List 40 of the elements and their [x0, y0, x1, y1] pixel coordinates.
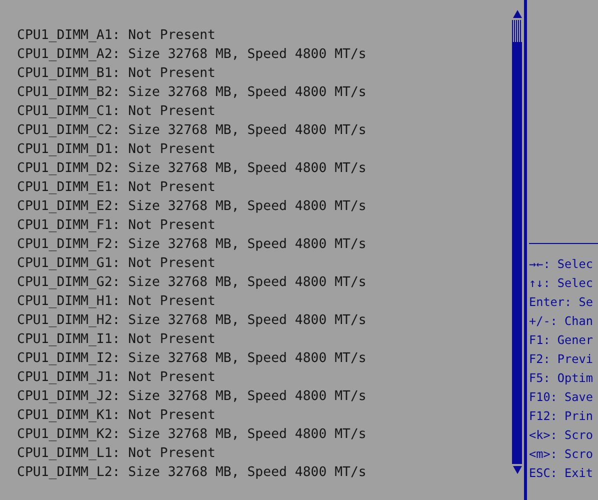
- memory-info-line: CPU1_DIMM_H1: Not Present: [17, 293, 216, 311]
- help-key-text: <m>: Scro: [529, 446, 594, 463]
- help-key-text: +/-: Chan: [529, 313, 594, 330]
- scrollbar-track[interactable]: [512, 20, 522, 464]
- memory-info-line: CPU1_DIMM_E1: Not Present: [17, 179, 216, 197]
- scrollbar-thumb[interactable]: [512, 20, 522, 42]
- help-key-text: Enter: Se: [529, 294, 594, 311]
- memory-info-line: CPU1_DIMM_K2: Size 32768 MB, Speed 4800 MT/s: [17, 426, 368, 444]
- memory-info-line: CPU1_DIMM_L2: Size 32768 MB, Speed 4800 MT/s: [17, 464, 368, 482]
- help-key-text: <k>: Scro: [529, 427, 594, 444]
- memory-info-line: CPU1_DIMM_B1: Not Present: [17, 65, 216, 83]
- memory-info-line: CPU1_DIMM_D1: Not Present: [17, 141, 216, 159]
- memory-info-line: CPU1_DIMM_J2: Size 32768 MB, Speed 4800 MT/s: [17, 388, 368, 406]
- help-key-text: ESC: Exit: [529, 465, 594, 482]
- memory-info-line: CPU1_DIMM_E2: Size 32768 MB, Speed 4800 MT/s: [17, 198, 368, 216]
- help-key-text: F2: Previ: [529, 351, 594, 368]
- memory-info-line: CPU1_DIMM_F2: Size 32768 MB, Speed 4800 MT/s: [17, 236, 368, 254]
- memory-info-line: CPU1_DIMM_H2: Size 32768 MB, Speed 4800 MT/s: [17, 312, 368, 330]
- memory-info-line: CPU1_DIMM_A1: Not Present: [17, 27, 216, 45]
- memory-info-line: CPU1_DIMM_C1: Not Present: [17, 103, 216, 121]
- memory-info-line: CPU1_DIMM_C2: Size 32768 MB, Speed 4800 MT/s: [17, 122, 368, 140]
- help-key-text: F1: Gener: [529, 332, 594, 349]
- help-key-text: F12: Prin: [529, 408, 594, 425]
- help-key-text: F5: Optim: [529, 370, 594, 387]
- memory-info-line: CPU1_DIMM_G1: Not Present: [17, 255, 216, 273]
- memory-info-line: CPU1_DIMM_J1: Not Present: [17, 369, 216, 387]
- memory-info-line: CPU1_DIMM_I2: Size 32768 MB, Speed 4800 MT/s: [17, 350, 368, 368]
- help-key-text: F10: Save: [529, 389, 594, 406]
- memory-info-line: CPU1_DIMM_B2: Size 32768 MB, Speed 4800 MT/s: [17, 84, 368, 102]
- help-key-text: →←: Selec: [529, 256, 594, 273]
- scroll-up-arrow-icon[interactable]: [512, 10, 522, 18]
- memory-info-line: CPU1_DIMM_A2: Size 32768 MB, Speed 4800 MT/s: [17, 46, 368, 64]
- memory-info-line: CPU1_DIMM_D2: Size 32768 MB, Speed 4800 MT/s: [17, 160, 368, 178]
- memory-info-line: CPU1_DIMM_K1: Not Present: [17, 407, 216, 425]
- memory-info-line: CPU1_DIMM_F1: Not Present: [17, 217, 216, 235]
- scroll-down-arrow-icon[interactable]: [512, 466, 522, 474]
- help-key-text: ↑↓: Selec: [529, 275, 594, 292]
- memory-info-line: CPU1_DIMM_L1: Not Present: [17, 445, 216, 463]
- memory-info-line: CPU1_DIMM_I1: Not Present: [17, 331, 216, 349]
- memory-info-line: CPU1_DIMM_G2: Size 32768 MB, Speed 4800 MT/s: [17, 274, 368, 292]
